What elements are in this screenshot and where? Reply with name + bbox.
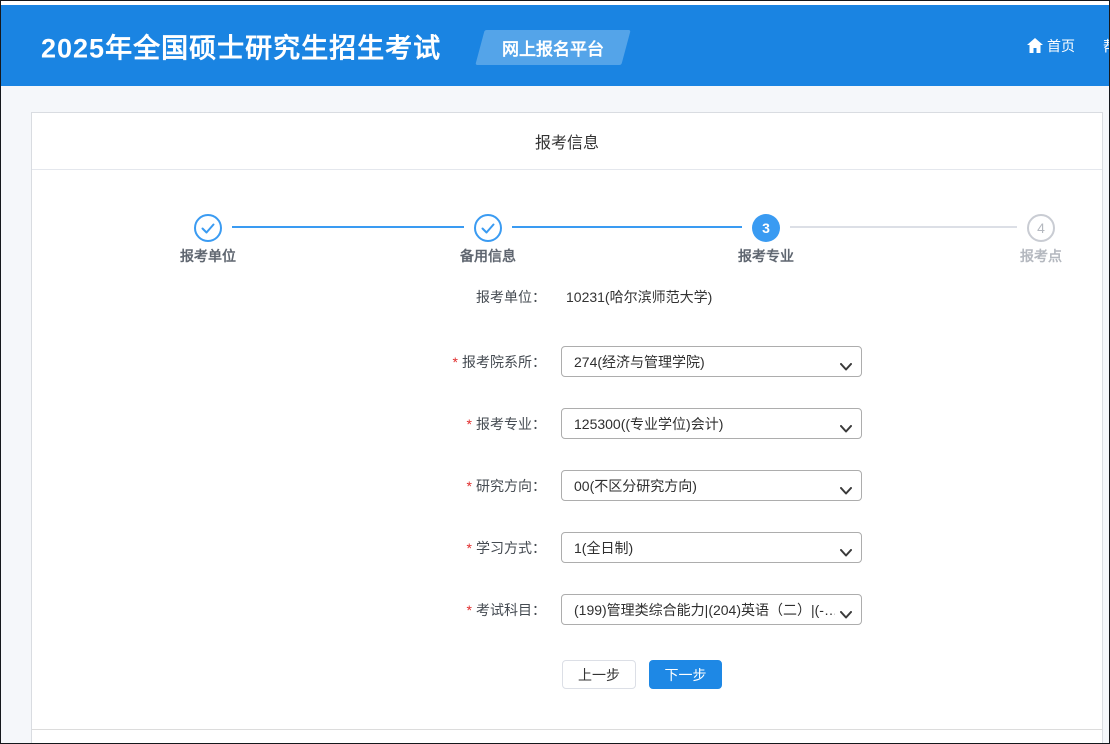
- required-asterisk: *: [467, 540, 472, 556]
- app-window: 2025年全国硕士研究生招生考试 网上报名平台 首页 帮 报考信息: [0, 0, 1110, 744]
- step-connector-1: [232, 226, 464, 228]
- study-mode-select[interactable]: 1(全日制): [561, 532, 862, 563]
- step-3-number-badge: 3: [752, 214, 780, 242]
- step-connector-2: [512, 226, 742, 228]
- nav-home[interactable]: 首页: [1027, 36, 1075, 56]
- prev-step-button[interactable]: 上一步: [562, 660, 636, 689]
- chevron-down-icon: [840, 544, 852, 552]
- major-select-value: 125300((专业学位)会计): [574, 414, 835, 434]
- step-2-label: 备用信息: [418, 246, 558, 266]
- required-asterisk: *: [453, 354, 458, 370]
- platform-badge: 网上报名平台: [475, 30, 630, 65]
- major-label: *报考专业：: [32, 414, 546, 434]
- unit-label: 报考单位：: [32, 287, 546, 307]
- step-1-label: 报考单位: [138, 246, 278, 266]
- research-direction-label: *研究方向：: [32, 476, 546, 496]
- nav-partial-item[interactable]: 帮: [1103, 35, 1110, 56]
- study-mode-label: *学习方式：: [32, 538, 546, 558]
- nav-home-label: 首页: [1047, 36, 1075, 56]
- study-mode-select-value: 1(全日制): [574, 538, 835, 558]
- required-asterisk: *: [467, 416, 472, 432]
- exam-subjects-select-value: (199)管理类综合能力|(204)英语（二）|(-…: [574, 600, 835, 620]
- research-direction-select[interactable]: 00(不区分研究方向): [561, 470, 862, 501]
- unit-value: 10231(哈尔滨师范大学): [566, 287, 712, 307]
- home-icon: [1027, 38, 1043, 53]
- step-progress-bar: 报考单位 备用信息 3 报考专业 4 报考点: [32, 170, 1102, 282]
- chevron-down-icon: [840, 606, 852, 614]
- field-row-study-mode: *学习方式： 1(全日制): [32, 532, 1102, 563]
- card-footer-divider: [32, 729, 1102, 730]
- next-step-button[interactable]: 下一步: [649, 660, 722, 689]
- step-3-label: 报考专业: [696, 246, 836, 266]
- registration-card: 报考信息 报考单位 备用信息: [31, 112, 1103, 744]
- chevron-down-icon: [840, 358, 852, 366]
- step-connector-3: [790, 226, 1017, 228]
- field-row-exam-subjects: *考试科目： (199)管理类综合能力|(204)英语（二）|(-…: [32, 594, 1102, 625]
- main-area: 报考信息 报考单位 备用信息: [1, 86, 1109, 743]
- step-2-check-icon: [474, 214, 502, 242]
- field-row-department: *报考院系所： 274(经济与管理学院): [32, 346, 1102, 377]
- department-select-value: 274(经济与管理学院): [574, 352, 835, 372]
- exam-subjects-label: *考试科目：: [32, 600, 546, 620]
- step-4-label: 报考点: [971, 246, 1110, 266]
- step-4-number-badge: 4: [1027, 214, 1055, 242]
- chevron-down-icon: [840, 482, 852, 490]
- field-row-research-direction: *研究方向： 00(不区分研究方向): [32, 470, 1102, 501]
- page-title: 报考信息: [32, 113, 1102, 170]
- required-asterisk: *: [467, 602, 472, 618]
- step-1-check-icon: [194, 214, 222, 242]
- department-select[interactable]: 274(经济与管理学院): [561, 346, 862, 377]
- department-label: *报考院系所：: [32, 352, 546, 372]
- platform-badge-label: 网上报名平台: [502, 35, 604, 60]
- chevron-down-icon: [840, 420, 852, 428]
- unit-row: 报考单位： 10231(哈尔滨师范大学): [32, 287, 1102, 307]
- required-asterisk: *: [467, 478, 472, 494]
- site-title: 2025年全国硕士研究生招生考试: [41, 26, 441, 65]
- research-direction-select-value: 00(不区分研究方向): [574, 476, 835, 496]
- field-row-major: *报考专业： 125300((专业学位)会计): [32, 408, 1102, 439]
- major-select[interactable]: 125300((专业学位)会计): [561, 408, 862, 439]
- top-header: 2025年全国硕士研究生招生考试 网上报名平台 首页 帮: [1, 5, 1109, 86]
- exam-subjects-select[interactable]: (199)管理类综合能力|(204)英语（二）|(-…: [561, 594, 862, 625]
